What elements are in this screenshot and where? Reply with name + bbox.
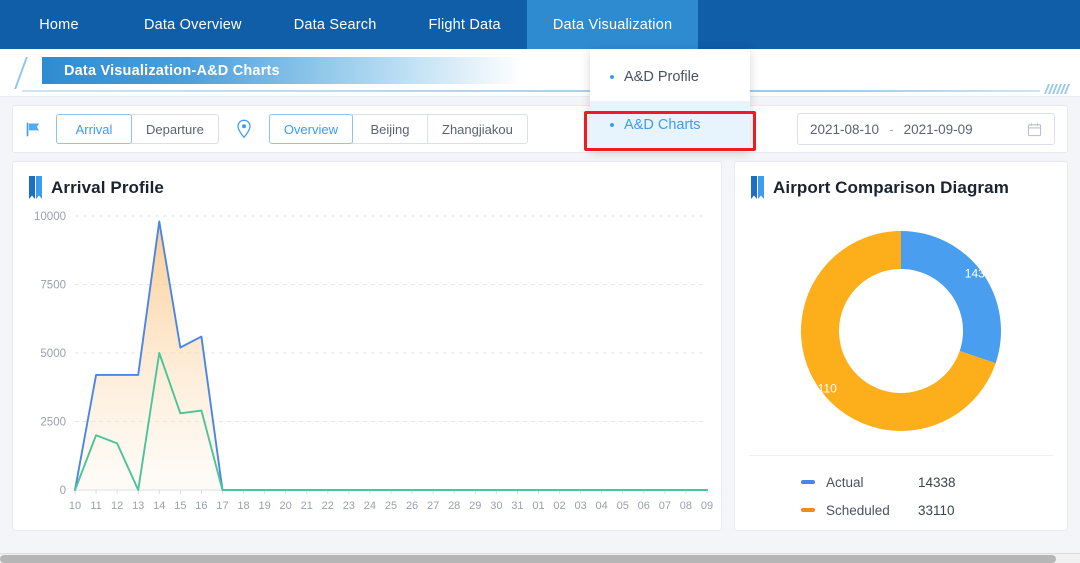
banner-hash-decoration — [1043, 84, 1071, 94]
svg-text:21: 21 — [301, 500, 313, 512]
svg-text:07: 07 — [659, 500, 671, 512]
bullet-icon — [610, 123, 614, 127]
svg-text:2500: 2500 — [40, 417, 66, 429]
svg-text:5000: 5000 — [40, 348, 66, 360]
svg-text:02: 02 — [553, 500, 565, 512]
legend-color-swatch-scheduled — [801, 508, 815, 512]
svg-text:09: 09 — [701, 500, 713, 512]
top-navigation-bar: Home Data Overview Data Search Flight Da… — [0, 0, 1080, 49]
airport-comparison-title: Airport Comparison Diagram — [773, 177, 1009, 197]
date-range-end: 2021-09-09 — [903, 121, 973, 137]
location-pin-icon — [237, 119, 251, 139]
arrival-profile-header: Arrival Profile — [13, 162, 721, 199]
airport-comparison-donut-chart[interactable]: 14338 33110 — [786, 216, 1016, 446]
svg-text:28: 28 — [448, 500, 460, 512]
svg-text:27: 27 — [427, 500, 439, 512]
airport-option-zhangjiakou[interactable]: Zhangjiakou — [427, 114, 528, 144]
direction-toggle-group: Arrival Departure — [56, 114, 219, 144]
nav-item-home[interactable]: Home — [0, 0, 118, 49]
svg-text:29: 29 — [469, 500, 481, 512]
svg-text:08: 08 — [680, 500, 692, 512]
page-content: Data Visualization-A&D Charts Arrival De… — [0, 49, 1080, 553]
flag-icon — [26, 122, 40, 136]
svg-text:14338: 14338 — [965, 266, 999, 280]
dropdown-item-label: A&D Charts — [624, 117, 701, 133]
date-range-start: 2021-08-10 — [810, 121, 880, 137]
svg-text:31: 31 — [511, 500, 523, 512]
donut-legend: Actual 14338 Scheduled 33110 — [749, 455, 1053, 530]
banner-divider-line — [22, 90, 1040, 92]
horizontal-scrollbar[interactable] — [0, 553, 1080, 563]
date-range-picker[interactable]: 2021-08-10 - 2021-09-09 — [797, 113, 1055, 145]
ribbon-icon — [751, 176, 764, 199]
airport-filter-group: Overview Beijing Zhangjiakou — [268, 114, 528, 144]
scrollbar-thumb[interactable] — [0, 555, 1056, 563]
svg-text:20: 20 — [280, 500, 292, 512]
legend-value-actual: 14338 — [918, 474, 956, 490]
svg-text:22: 22 — [322, 500, 334, 512]
legend-label-scheduled: Scheduled — [826, 502, 890, 518]
legend-color-swatch-actual — [801, 480, 815, 484]
legend-row[interactable]: Scheduled 33110 — [801, 496, 1053, 524]
nav-item-data-search[interactable]: Data Search — [268, 0, 403, 49]
svg-text:15: 15 — [174, 500, 186, 512]
airport-option-overview[interactable]: Overview — [268, 114, 353, 144]
svg-text:19: 19 — [258, 500, 270, 512]
arrival-profile-card: Arrival Profile 0 2500 5000 7500 10000 10 11 12… — [12, 161, 722, 531]
filter-toolbar: Arrival Departure Overview Beijing Zhang… — [12, 105, 1068, 153]
svg-text:7500: 7500 — [40, 280, 66, 292]
svg-text:16: 16 — [195, 500, 207, 512]
svg-text:25: 25 — [385, 500, 397, 512]
date-range-separator: - — [889, 121, 894, 137]
svg-text:10: 10 — [69, 500, 81, 512]
page-banner: Data Visualization-A&D Charts — [0, 49, 1080, 97]
legend-label-actual: Actual — [826, 474, 864, 490]
svg-text:24: 24 — [364, 500, 376, 512]
svg-text:01: 01 — [532, 500, 544, 512]
airport-comparison-card: Airport Comparison Diagram 14338 33110 Ac… — [734, 161, 1068, 531]
svg-text:14: 14 — [153, 500, 165, 512]
nav-item-flight-data[interactable]: Flight Data — [403, 0, 527, 49]
svg-text:0: 0 — [60, 485, 66, 497]
arrival-profile-title: Arrival Profile — [51, 177, 164, 197]
svg-text:12: 12 — [111, 500, 123, 512]
legend-row[interactable]: Actual 14338 — [801, 468, 1053, 496]
ribbon-icon — [29, 176, 42, 199]
svg-text:18: 18 — [237, 500, 249, 512]
svg-text:26: 26 — [406, 500, 418, 512]
bullet-icon — [610, 75, 614, 79]
svg-text:05: 05 — [617, 500, 629, 512]
charts-container: Arrival Profile 0 2500 5000 7500 10000 10 11 12… — [12, 161, 1068, 531]
svg-text:33110: 33110 — [804, 382, 837, 396]
svg-text:30: 30 — [490, 500, 502, 512]
svg-text:04: 04 — [596, 500, 608, 512]
dropdown-item-label: A&D Profile — [624, 69, 699, 85]
legend-value-scheduled: 33110 — [918, 502, 955, 518]
donut-chart-wrap: 14338 33110 — [735, 206, 1067, 456]
airport-comparison-header: Airport Comparison Diagram — [735, 162, 1067, 199]
svg-text:23: 23 — [343, 500, 355, 512]
dropdown-item-ad-profile[interactable]: A&D Profile — [590, 53, 750, 101]
nav-item-data-overview[interactable]: Data Overview — [118, 0, 268, 49]
data-visualization-dropdown-menu: A&D Profile A&D Charts — [590, 49, 750, 151]
svg-text:06: 06 — [638, 500, 650, 512]
calendar-icon — [1027, 122, 1042, 136]
svg-text:11: 11 — [90, 500, 101, 512]
direction-option-departure[interactable]: Departure — [131, 114, 219, 144]
direction-option-arrival[interactable]: Arrival — [56, 114, 132, 144]
arrival-profile-line-chart[interactable]: 0 2500 5000 7500 10000 10 11 12 13 14 15 16 17 18 19 20… — [13, 206, 721, 528]
svg-text:03: 03 — [574, 500, 586, 512]
svg-text:10000: 10000 — [34, 211, 66, 223]
page-title: Data Visualization-A&D Charts — [42, 57, 522, 84]
svg-text:13: 13 — [132, 500, 144, 512]
airport-option-beijing[interactable]: Beijing — [352, 114, 428, 144]
svg-text:17: 17 — [216, 500, 228, 512]
dropdown-item-ad-charts[interactable]: A&D Charts — [590, 101, 750, 149]
nav-item-data-visualization[interactable]: Data Visualization — [526, 0, 699, 49]
